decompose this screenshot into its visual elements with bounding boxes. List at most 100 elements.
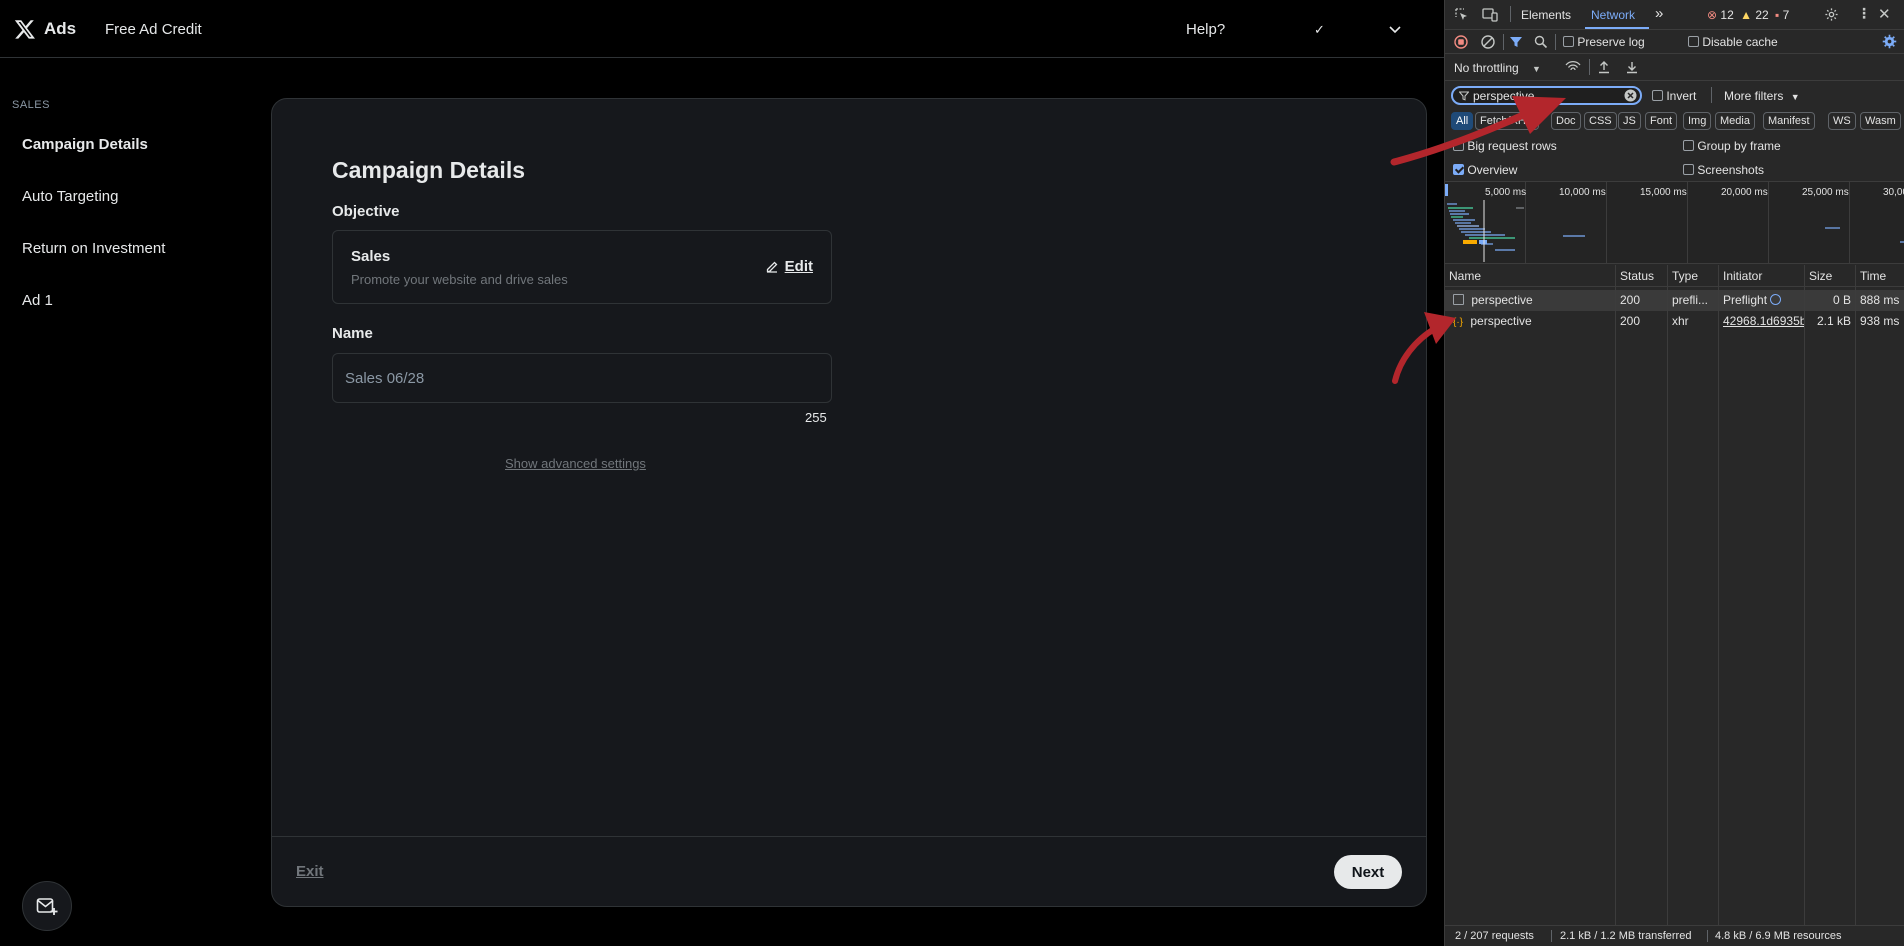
chip-font[interactable]: Font	[1645, 112, 1678, 130]
timeline-tick: 25,000 ms	[1802, 187, 1849, 198]
close-icon[interactable]: ✕	[1878, 5, 1891, 23]
column-header-status[interactable]: Status	[1615, 265, 1667, 286]
group-by-frame-checkbox[interactable]: Group by frame	[1683, 139, 1781, 153]
more-tabs-icon[interactable]: »	[1655, 5, 1663, 22]
kebab-menu-icon[interactable]: ⋮	[1857, 5, 1871, 22]
preflight-info-icon[interactable]	[1770, 294, 1782, 305]
error-count: 12	[1720, 8, 1734, 22]
chip-all[interactable]: All	[1451, 112, 1474, 130]
sidebar-item-campaign-details[interactable]: Campaign Details	[22, 136, 148, 153]
overview-timeline[interactable]: 5,000 ms 10,000 ms 15,000 ms 20,000 ms 2…	[1445, 181, 1904, 264]
checkbox[interactable]	[1688, 36, 1699, 47]
exit-button[interactable]: Exit	[296, 863, 324, 880]
timeline-handle[interactable]	[1445, 184, 1448, 196]
timeline-tick: 30,00	[1883, 187, 1904, 198]
preserve-log-label: Preserve log	[1577, 35, 1645, 49]
network-toolbar: Preserve log Disable cache	[1445, 30, 1904, 54]
device-toolbar-icon[interactable]	[1482, 8, 1498, 22]
x-logo-icon[interactable]	[14, 18, 36, 40]
timeline-waterfall-graphic	[1447, 200, 1904, 262]
filter-icon[interactable]	[1509, 35, 1523, 49]
request-status: 200	[1615, 290, 1667, 311]
chevron-down-icon[interactable]: ✓	[1314, 22, 1325, 38]
chip-doc[interactable]: Doc	[1551, 112, 1581, 130]
chip-css[interactable]: CSS	[1584, 112, 1617, 130]
gear-icon[interactable]	[1824, 7, 1839, 22]
overview-checkbox[interactable]: Overview	[1453, 163, 1517, 177]
checkbox[interactable]	[1563, 36, 1574, 47]
column-header-name[interactable]: Name	[1445, 265, 1615, 286]
campaign-name-input[interactable]	[332, 353, 832, 403]
big-request-rows-checkbox[interactable]: Big request rows	[1453, 139, 1557, 153]
next-button[interactable]: Next	[1334, 855, 1402, 889]
request-size: 2.1 kB	[1804, 311, 1855, 332]
table-row[interactable]: {·} perspective 200 xhr 42968.1d6935b 2.…	[1445, 311, 1904, 332]
group-by-frame-label: Group by frame	[1697, 139, 1781, 153]
request-initiator: Preflight	[1723, 293, 1768, 307]
tab-elements[interactable]: Elements	[1521, 8, 1571, 22]
disable-cache-checkbox[interactable]: Disable cache	[1688, 35, 1778, 49]
warning-icon: ▲	[1740, 8, 1752, 22]
sidebar-item-return-on-investment[interactable]: Return on Investment	[22, 240, 165, 257]
checkbox[interactable]	[1683, 140, 1694, 151]
timeline-tick: 20,000 ms	[1721, 187, 1768, 198]
checkbox[interactable]	[1652, 90, 1663, 101]
campaign-details-card: Campaign Details Objective Sales Promote…	[271, 98, 1427, 907]
chip-media[interactable]: Media	[1715, 112, 1755, 130]
chip-js[interactable]: JS	[1618, 112, 1641, 130]
network-conditions-icon[interactable]	[1565, 60, 1581, 74]
compose-message-button[interactable]	[22, 881, 72, 931]
sidebar-item-ad-1[interactable]: Ad 1	[22, 292, 53, 309]
download-icon[interactable]	[1625, 60, 1639, 74]
search-icon[interactable]	[1534, 35, 1548, 49]
network-settings-gear-icon[interactable]	[1882, 34, 1897, 49]
screenshots-checkbox[interactable]: Screenshots	[1683, 163, 1764, 177]
more-filters-dropdown[interactable]: More filters ▼	[1724, 89, 1800, 103]
inspect-element-icon[interactable]	[1455, 8, 1469, 22]
request-initiator-link[interactable]: 42968.1d6935b	[1718, 311, 1804, 332]
chip-img[interactable]: Img	[1683, 112, 1712, 130]
more-filters-label: More filters	[1724, 89, 1784, 103]
timeline-tick: 15,000 ms	[1640, 187, 1687, 198]
char-count: 255	[805, 410, 827, 425]
filter-input-box[interactable]: perspective	[1451, 86, 1642, 105]
invert-checkbox[interactable]: Invert	[1652, 89, 1696, 103]
column-header-time[interactable]: Time	[1855, 265, 1904, 286]
error-icon: ⊗	[1707, 8, 1718, 22]
request-type: prefli...	[1667, 290, 1718, 311]
preserve-log-checkbox[interactable]: Preserve log	[1563, 35, 1645, 49]
chevron-down-icon[interactable]	[1389, 22, 1401, 37]
free-ad-credit-link[interactable]: Free Ad Credit	[105, 21, 202, 38]
throttling-select[interactable]: No throttling ▼	[1454, 61, 1541, 75]
clear-icon[interactable]	[1481, 35, 1495, 49]
checkbox[interactable]	[1453, 164, 1464, 175]
invert-label: Invert	[1666, 89, 1697, 103]
chip-fetch-xhr[interactable]: Fetch/XHR	[1475, 112, 1539, 130]
sidebar-item-auto-targeting[interactable]: Auto Targeting	[22, 188, 118, 205]
ads-app: Ads Free Ad Credit Help? ✓ SALES Campaig…	[0, 0, 1444, 946]
chip-wasm[interactable]: Wasm	[1860, 112, 1901, 130]
filter-input[interactable]: perspective	[1473, 89, 1534, 103]
objective-label: Objective	[332, 203, 400, 220]
help-menu[interactable]: Help?	[1186, 21, 1225, 38]
chip-manifest[interactable]: Manifest	[1763, 112, 1815, 130]
show-advanced-settings-link[interactable]: Show advanced settings	[505, 456, 646, 471]
checkbox[interactable]	[1683, 164, 1694, 175]
tab-network[interactable]: Network	[1591, 8, 1635, 22]
column-header-initiator[interactable]: Initiator	[1718, 265, 1804, 286]
column-header-size[interactable]: Size	[1804, 265, 1855, 286]
timeline-tick: 10,000 ms	[1559, 187, 1606, 198]
divider	[1503, 34, 1504, 50]
edit-objective-button[interactable]: Edit	[765, 258, 813, 275]
clear-filter-icon[interactable]	[1624, 89, 1637, 102]
column-header-type[interactable]: Type	[1667, 265, 1718, 286]
console-counts[interactable]: ⊗ 12 ▲ 22 ▪ 7	[1707, 8, 1789, 22]
chip-ws[interactable]: WS	[1828, 112, 1856, 130]
disable-cache-label: Disable cache	[1702, 35, 1778, 49]
request-time: 888 ms	[1855, 290, 1904, 311]
checkbox[interactable]	[1453, 140, 1464, 151]
active-tab-indicator	[1585, 27, 1649, 29]
upload-icon[interactable]	[1597, 60, 1611, 74]
table-row[interactable]: perspective 200 prefli... Preflight 0 B …	[1445, 290, 1904, 311]
record-stop-icon[interactable]	[1454, 35, 1468, 49]
